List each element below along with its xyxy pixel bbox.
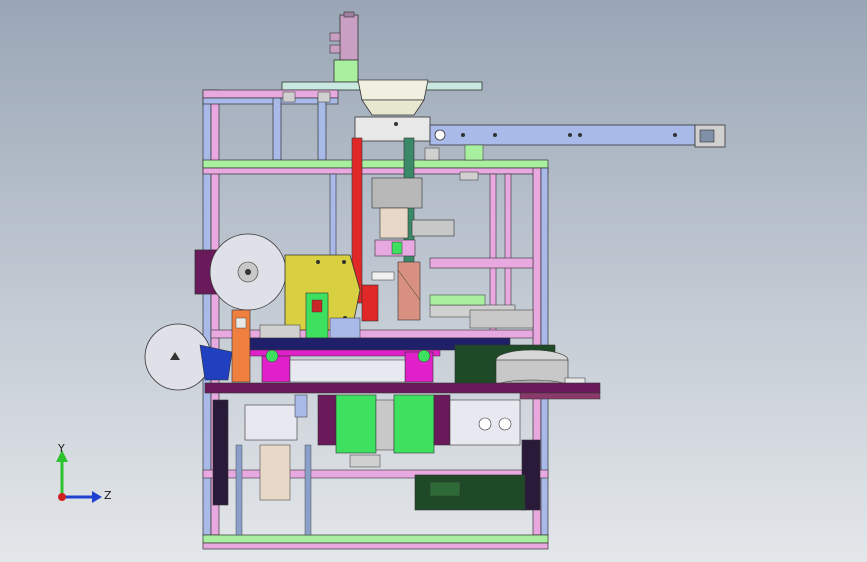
feed-arm: [429, 124, 726, 148]
triad-z-label: Z: [104, 489, 112, 502]
triad-y-label: Y: [57, 442, 65, 455]
top-column: [281, 11, 483, 91]
lower-assembly: [212, 394, 541, 536]
hopper: [354, 79, 431, 142]
orientation-triad: Y Z: [56, 442, 112, 503]
cad-viewport[interactable]: Y Z: [0, 0, 867, 562]
